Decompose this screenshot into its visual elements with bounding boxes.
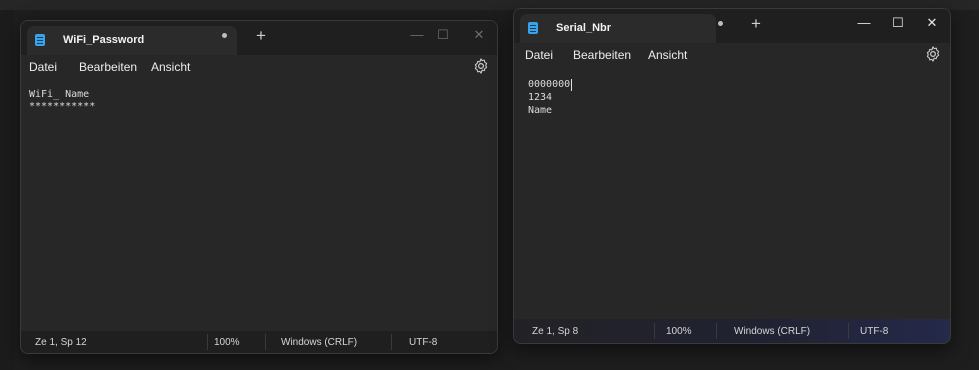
text-line: 1234: [528, 92, 553, 103]
tab-title: WiFi_Password: [63, 34, 145, 46]
line-ending: Windows (CRLF): [734, 326, 811, 337]
notepad-window-serial-nbr[interactable]: Serial_Nbr + — ☐ ✕ Datei Bearbeiten Ansi…: [513, 8, 951, 344]
text-editor[interactable]: 0000000 1234 Name: [514, 67, 950, 319]
status-bar: Ze 1, Sp 8 100% Windows (CRLF) UTF-8: [514, 319, 950, 343]
tab-wifi-password[interactable]: WiFi_Password: [27, 26, 237, 55]
cursor-position: Ze 1, Sp 12: [35, 337, 87, 348]
new-tab-button[interactable]: +: [256, 27, 266, 44]
status-divider: [265, 334, 266, 350]
notepad-window-wifi-password[interactable]: WiFi_Password + — ☐ ✕ Datei Bearbeiten A…: [20, 20, 498, 354]
unsaved-indicator-icon[interactable]: [222, 33, 227, 38]
line-ending: Windows (CRLF): [281, 337, 358, 348]
tab-title: Serial_Nbr: [556, 22, 612, 34]
gear-icon[interactable]: [924, 45, 942, 63]
tab-serial-nbr[interactable]: Serial_Nbr: [520, 14, 716, 43]
menu-bar: Datei Bearbeiten Ansicht: [514, 43, 950, 67]
menu-ansicht[interactable]: Ansicht: [151, 60, 190, 74]
status-divider: [207, 334, 208, 350]
menu-bearbeiten[interactable]: Bearbeiten: [79, 60, 137, 74]
title-bar[interactable]: WiFi_Password + — ☐ ✕: [21, 21, 497, 55]
desktop: WiFi_Password + — ☐ ✕ Datei Bearbeiten A…: [0, 0, 979, 370]
menu-datei[interactable]: Datei: [525, 48, 553, 62]
text-line: ***********: [29, 101, 96, 112]
text-line: Name: [528, 105, 553, 116]
encoding: UTF-8: [409, 337, 438, 348]
encoding: UTF-8: [860, 326, 889, 337]
status-divider: [716, 323, 717, 339]
text-cursor: [571, 79, 572, 91]
title-bar[interactable]: Serial_Nbr + — ☐ ✕: [514, 9, 950, 43]
zoom-level: 100%: [214, 337, 240, 348]
menu-bar: Datei Bearbeiten Ansicht: [21, 55, 497, 79]
close-button[interactable]: ✕: [467, 24, 491, 46]
text-line: 0000000: [528, 79, 571, 90]
minimize-button[interactable]: —: [405, 24, 429, 46]
text-editor[interactable]: WiFi_ Name ***********: [21, 79, 497, 329]
minimize-button[interactable]: —: [852, 12, 876, 34]
cursor-position: Ze 1, Sp 8: [532, 326, 579, 337]
gear-icon[interactable]: [472, 57, 490, 75]
menu-ansicht[interactable]: Ansicht: [648, 48, 687, 62]
maximize-button[interactable]: ☐: [431, 24, 455, 46]
new-tab-button[interactable]: +: [751, 15, 761, 32]
unsaved-indicator-icon[interactable]: [718, 21, 723, 26]
notepad-icon: [528, 22, 538, 34]
zoom-level: 100%: [666, 326, 692, 337]
status-bar: Ze 1, Sp 12 100% Windows (CRLF) UTF-8: [21, 331, 497, 353]
status-divider: [848, 323, 849, 339]
text-line: WiFi_ Name: [29, 89, 90, 100]
status-divider: [654, 323, 655, 339]
menu-datei[interactable]: Datei: [29, 60, 57, 74]
notepad-icon: [35, 34, 45, 46]
status-divider: [391, 334, 392, 350]
close-button[interactable]: ✕: [920, 12, 944, 34]
maximize-button[interactable]: ☐: [886, 12, 910, 34]
menu-bearbeiten[interactable]: Bearbeiten: [573, 48, 631, 62]
background-window-edge: [0, 10, 14, 370]
